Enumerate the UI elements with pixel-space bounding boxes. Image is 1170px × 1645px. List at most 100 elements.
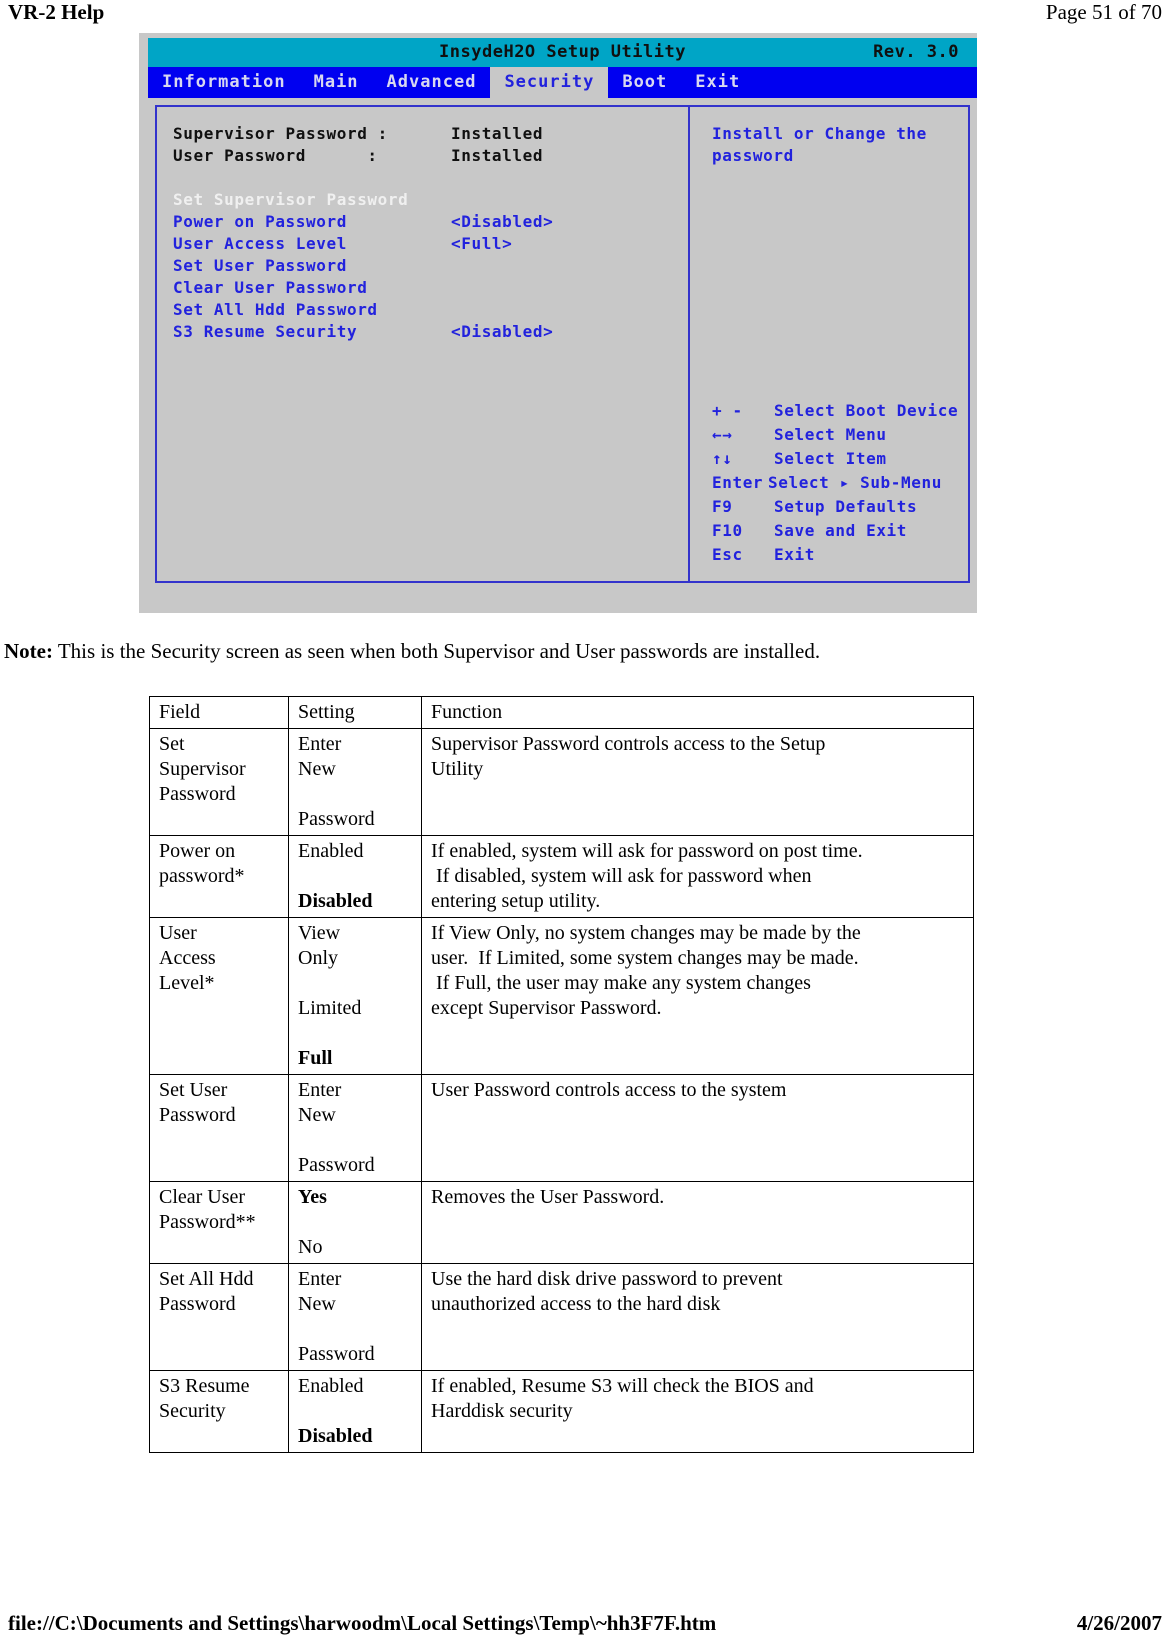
field-line: S3 Resume — [159, 1375, 250, 1397]
field-line: Set User — [159, 1079, 228, 1101]
bios-help-line-2: password — [712, 146, 794, 165]
settings-table: Field Setting Function Set Supervisor Pass… — [149, 696, 974, 1453]
setting-option: Limited — [298, 997, 362, 1019]
bios-option-set-all-hdd-password[interactable]: Set All Hdd Password — [173, 299, 678, 321]
bios-key-name: Esc — [712, 545, 743, 564]
bios-tab-information[interactable]: Information — [148, 67, 300, 98]
bios-item-label: User Password : — [173, 146, 378, 165]
bios-tab-label: Main — [313, 72, 359, 92]
setting-spacer — [298, 1210, 415, 1235]
bios-key-description: Select ▸ Sub-Menu — [768, 473, 942, 492]
function-line: unauthorized access to the hard disk — [431, 1293, 721, 1315]
setting-spacer — [298, 1021, 415, 1046]
document-title: VR-2 Help — [8, 0, 105, 24]
bios-key-description: Select Boot Device — [774, 401, 959, 420]
note-paragraph: Note: This is the Security screen as see… — [4, 638, 1144, 664]
field-line: Password — [159, 783, 236, 805]
bios-option-power-on-password[interactable]: Power on Password <Disabled> — [173, 211, 678, 233]
cell-setting: Enabled Disabled — [288, 835, 422, 918]
setting-option: Password — [298, 1154, 375, 1176]
cell-field: Set User Password — [149, 1074, 289, 1182]
bios-item-value: Installed — [451, 146, 544, 165]
cell-function: Supervisor Password controls access to t… — [421, 728, 974, 836]
cell-function: Removes the User Password. — [421, 1181, 974, 1264]
setting-option: New — [298, 758, 336, 780]
cell-field: S3 Resume Security — [149, 1370, 289, 1453]
field-line: Level* — [159, 972, 215, 994]
page-header: VR-2 Help Page 51 of 70 — [0, 0, 1170, 30]
setting-option: Full — [298, 1047, 333, 1069]
setting-spacer — [298, 1317, 415, 1342]
bios-key-name: F9 — [712, 497, 733, 516]
cell-function: If View Only, no system changes may be m… — [421, 917, 974, 1075]
bios-item-label: Set Supervisor Password — [173, 190, 409, 209]
bios-tab-boot[interactable]: Boot — [608, 67, 681, 98]
bios-tab-exit[interactable]: Exit — [681, 67, 754, 98]
cell-field: Clear User Password** — [149, 1181, 289, 1264]
bios-option-s3-resume-security[interactable]: S3 Resume Security <Disabled> — [173, 321, 678, 343]
setting-option: View — [298, 922, 341, 944]
bios-key-description: Save and Exit — [774, 521, 908, 540]
bios-item-value: <Disabled> — [451, 322, 554, 341]
bios-status-row-0: Supervisor Password : Installed — [173, 123, 678, 145]
bios-key-name: ←→ — [712, 425, 733, 444]
bios-setup-screenshot: InsydeH2O Setup Utility Rev. 3.0 Informa… — [139, 33, 977, 613]
bios-key-name: ↑↓ — [712, 449, 733, 468]
cell-setting: Enter New Password — [288, 1074, 422, 1182]
column-header-setting: Setting — [288, 696, 422, 729]
function-line: If disabled, system will ask for passwor… — [431, 865, 812, 887]
table-header-row: Field Setting Function — [149, 696, 974, 729]
bios-key-description: Select Item — [774, 449, 887, 468]
setting-spacer — [298, 864, 415, 889]
bios-settings-list[interactable]: Supervisor Password : Installed User Passw… — [173, 123, 678, 343]
field-line: Password — [159, 1293, 236, 1315]
table-row: Set User Password Enter New Password User Pas… — [149, 1074, 974, 1182]
cell-field: User Access Level* — [149, 917, 289, 1075]
setting-option: Enter — [298, 1079, 342, 1101]
bios-key-row-0: + - Select Boot Device — [712, 399, 982, 423]
bios-utility-title: InsydeH2O Setup Utility — [439, 42, 686, 62]
bios-tab-advanced[interactable]: Advanced — [373, 67, 491, 98]
bios-option-clear-user-password[interactable]: Clear User Password — [173, 277, 678, 299]
table-row: User Access Level* View Only Limited Full If Vi… — [149, 917, 974, 1075]
setting-option: Enter — [298, 733, 342, 755]
function-line: Supervisor Password controls access to t… — [431, 733, 826, 755]
setting-spacer — [298, 1128, 415, 1153]
function-line: If enabled, system will ask for password… — [431, 840, 863, 862]
bios-tab-security[interactable]: Security — [490, 67, 609, 98]
page-number: Page 51 of 70 — [1045, 0, 1162, 24]
bios-tab-label: Information — [162, 72, 286, 92]
function-line: Harddisk security — [431, 1400, 573, 1422]
cell-field: Set Supervisor Password — [149, 728, 289, 836]
table-row: Power on password* Enabled Disabled If enabl… — [149, 835, 974, 918]
setting-option: Enabled — [298, 1375, 364, 1397]
bios-option-user-access-level[interactable]: User Access Level <Full> — [173, 233, 678, 255]
bios-key-description: Exit — [774, 545, 815, 564]
bios-key-legend: + - Select Boot Device ←→ Select Menu ↑↓ Sele… — [712, 399, 982, 567]
column-header-field: Field — [149, 696, 289, 729]
setting-option: New — [298, 1104, 336, 1126]
setting-option: Disabled — [298, 890, 373, 912]
cell-setting: Enabled Disabled — [288, 1370, 422, 1453]
bios-key-name: Enter — [712, 473, 764, 492]
function-line: If Full, the user may make any system ch… — [431, 972, 811, 994]
bios-item-label: User Access Level — [173, 234, 347, 253]
table-row: S3 Resume Security Enabled Disabled If enabl… — [149, 1370, 974, 1453]
bios-key-row-6: Esc Exit — [712, 543, 982, 567]
cell-function: User Password controls access to the sys… — [421, 1074, 974, 1182]
bios-key-name: F10 — [712, 521, 743, 540]
bios-help-line-1: Install or Change the — [712, 124, 927, 143]
bios-panel-divider — [688, 107, 690, 581]
field-line: User — [159, 922, 197, 944]
bios-menu-bar[interactable]: Information Main Advanced Security Boot Exit — [148, 67, 977, 98]
field-line: password* — [159, 865, 245, 887]
bios-item-value: Installed — [451, 124, 544, 143]
bios-option-set-user-password[interactable]: Set User Password — [173, 255, 678, 277]
bios-option-set-supervisor-password[interactable]: Set Supervisor Password — [173, 189, 678, 211]
note-text: This is the Security screen as seen when… — [52, 639, 821, 663]
cell-setting: Enter New Password — [288, 728, 422, 836]
function-line: Utility — [431, 758, 484, 780]
setting-option: Yes — [298, 1186, 327, 1208]
cell-field: Power on password* — [149, 835, 289, 918]
bios-tab-main[interactable]: Main — [300, 67, 373, 98]
